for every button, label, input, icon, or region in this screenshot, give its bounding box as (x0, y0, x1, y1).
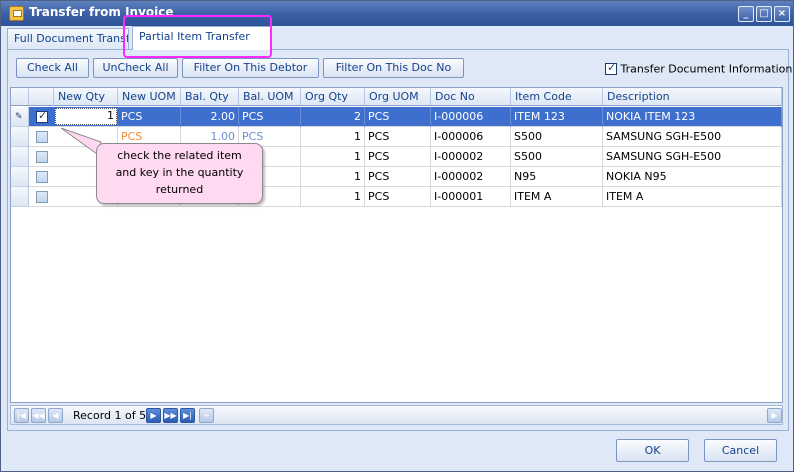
scroll-right-icon[interactable]: ▶ (767, 408, 782, 423)
column-header-doc-no[interactable]: Doc No (431, 88, 511, 106)
cell-bal-qty: 2.00 (181, 107, 239, 127)
row-checkbox[interactable] (36, 151, 48, 163)
cell-description: SAMSUNG SGH-E500 (603, 147, 782, 167)
add-record-icon[interactable]: + (199, 408, 214, 423)
tab-highlight-annotation (123, 15, 272, 58)
prev-page-icon[interactable]: ◀◀ (31, 408, 46, 423)
column-header-bal-qty[interactable]: Bal. Qty (181, 88, 239, 106)
row-checkbox[interactable] (36, 131, 48, 143)
cell-doc-no: I-000001 (431, 187, 511, 207)
next-record-icon[interactable]: ▶ (146, 408, 161, 423)
title-bar[interactable]: Transfer from Invoice _ □ × (1, 1, 793, 26)
ok-button[interactable]: OK (616, 439, 689, 462)
close-button[interactable]: × (774, 6, 790, 22)
column-header-item-code[interactable]: Item Code (511, 88, 603, 106)
row-checkbox[interactable] (36, 191, 48, 203)
tab-full-document-transfer[interactable]: Full Document Transfer (7, 28, 129, 49)
callout-line-3: returned (155, 183, 204, 196)
column-header-description[interactable]: Description (603, 88, 782, 106)
cell-doc-no: I-000006 (431, 127, 511, 147)
row-checkbox[interactable] (36, 109, 48, 123)
cell-item-code: S500 (511, 147, 603, 167)
cell-org-uom: PCS (365, 127, 431, 147)
dialog-window: Transfer from Invoice _ □ × Full Documen… (0, 0, 794, 472)
cell-org-uom: PCS (365, 147, 431, 167)
transfer-document-info-label: Transfer Document Information (620, 62, 793, 76)
cell-org-qty: 1 (301, 127, 365, 147)
cell-org-qty: 1 (301, 147, 365, 167)
cell-item-code: N95 (511, 167, 603, 187)
cell-bal-uom: PCS (239, 107, 301, 127)
row-indicator (11, 187, 29, 207)
cell-org-qty: 1 (301, 167, 365, 187)
cell-doc-no: I-000002 (431, 167, 511, 187)
row-indicator (11, 127, 29, 147)
table-row[interactable]: ✎ 1 PCS 2.00 PCS 2 PCS I-000006 ITEM 123… (11, 107, 782, 127)
cell-doc-no: I-000006 (431, 107, 511, 127)
transfer-document-info-option[interactable]: Transfer Document Information (605, 61, 793, 76)
grid-header-indicator (11, 88, 29, 106)
filter-debtor-button[interactable]: Filter On This Debtor (182, 58, 319, 78)
cell-description: NOKIA ITEM 123 (603, 107, 782, 127)
cell-org-uom: PCS (365, 167, 431, 187)
cell-org-qty: 1 (301, 187, 365, 207)
first-record-icon[interactable]: |◀ (14, 408, 29, 423)
column-header-new-uom[interactable]: New UOM (118, 88, 181, 106)
cancel-button[interactable]: Cancel (704, 439, 777, 462)
grid-header-check[interactable] (29, 88, 54, 106)
cell-description: NOKIA N95 (603, 167, 782, 187)
cell-item-code: ITEM A (511, 187, 603, 207)
cell-description: ITEM A (603, 187, 782, 207)
last-record-icon[interactable]: ▶| (180, 408, 195, 423)
items-grid: New Qty New UOM Bal. Qty Bal. UOM Org Qt… (10, 87, 783, 403)
cell-doc-no: I-000002 (431, 147, 511, 167)
filter-doc-no-button[interactable]: Filter On This Doc No (323, 58, 464, 78)
next-page-icon[interactable]: ▶▶ (163, 408, 178, 423)
record-navigator: |◀ ◀◀ ◀ Record 1 of 5 ▶ ▶▶ ▶| + ▶ (10, 405, 783, 425)
cell-org-qty: 2 (301, 107, 365, 127)
cell-org-uom: PCS (365, 187, 431, 207)
row-checkbox[interactable] (36, 171, 48, 183)
check-all-button[interactable]: Check All (16, 58, 89, 78)
column-header-new-qty[interactable]: New Qty (54, 88, 118, 106)
cell-org-uom: PCS (365, 107, 431, 127)
column-header-bal-uom[interactable]: Bal. UOM (239, 88, 301, 106)
cell-item-code: S500 (511, 127, 603, 147)
callout-line-1: check the related item (117, 149, 242, 162)
row-indicator: ✎ (11, 107, 29, 127)
column-header-org-uom[interactable]: Org UOM (365, 88, 431, 106)
prev-record-icon[interactable]: ◀ (48, 408, 63, 423)
row-indicator (11, 147, 29, 167)
column-header-org-qty[interactable]: Org Qty (301, 88, 365, 106)
transfer-document-info-checkbox[interactable] (605, 61, 617, 75)
new-qty-input[interactable]: 1 (55, 108, 117, 125)
row-indicator (11, 167, 29, 187)
record-position-text: Record 1 of 5 (73, 409, 147, 422)
minimize-button[interactable]: _ (738, 6, 754, 22)
uncheck-all-button[interactable]: UnCheck All (93, 58, 178, 78)
maximize-button[interactable]: □ (756, 6, 772, 22)
pencil-icon: ✎ (15, 112, 23, 122)
cell-item-code: ITEM 123 (511, 107, 603, 127)
invoice-icon (9, 6, 24, 21)
cell-new-uom: PCS (118, 107, 181, 127)
callout-line-2: and key in the quantity (115, 166, 244, 179)
instruction-callout: check the related item and key in the qu… (96, 143, 263, 204)
cell-description: SAMSUNG SGH-E500 (603, 127, 782, 147)
